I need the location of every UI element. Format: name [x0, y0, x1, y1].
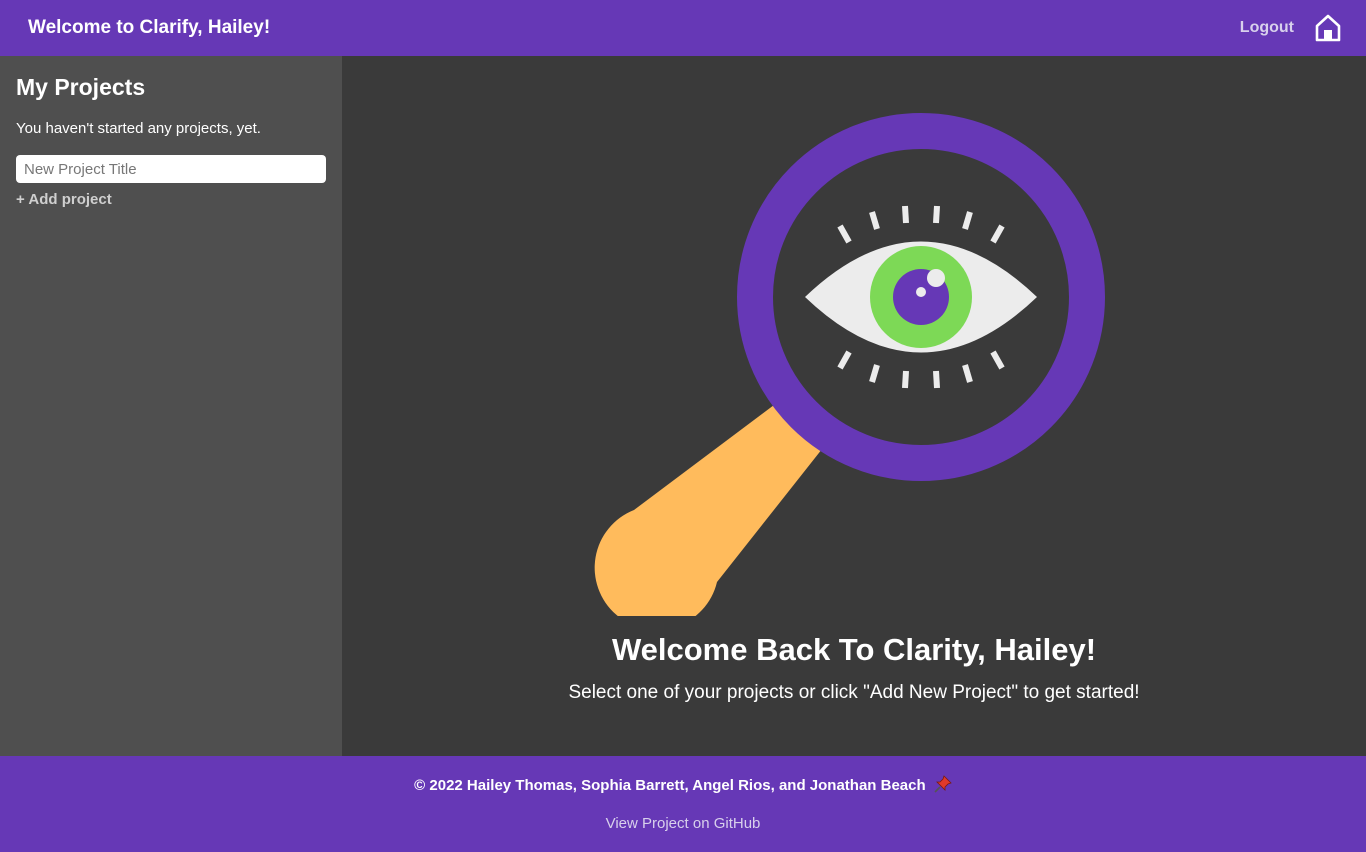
header-actions: Logout — [1240, 13, 1342, 43]
sidebar: My Projects You haven't started any proj… — [0, 56, 342, 756]
new-project-title-input[interactable] — [16, 155, 326, 183]
add-project-button[interactable]: + Add project — [16, 191, 112, 208]
app-title: Welcome to Clarify, Hailey! — [28, 17, 271, 38]
footer: © 2022 Hailey Thomas, Sophia Barrett, An… — [0, 756, 1366, 852]
copyright-text: © 2022 Hailey Thomas, Sophia Barrett, An… — [414, 777, 926, 794]
home-icon[interactable] — [1314, 13, 1342, 43]
sidebar-heading: My Projects — [16, 74, 146, 100]
pushpin-icon — [934, 775, 952, 793]
logout-link[interactable]: Logout — [1240, 19, 1294, 37]
empty-projects-message: You haven't started any projects, yet. — [16, 120, 261, 137]
main-content: Welcome Back To Clarity, Hailey! Select … — [342, 56, 1366, 756]
top-bar: Welcome to Clarify, Hailey! Logout — [0, 0, 1366, 56]
magnifier-eye-icon — [594, 113, 1105, 616]
copyright-line: © 2022 Hailey Thomas, Sophia Barrett, An… — [0, 775, 1366, 794]
welcome-title: Welcome Back To Clarity, Hailey! — [611, 632, 1097, 667]
github-link[interactable]: View Project on GitHub — [0, 815, 1366, 832]
welcome-subtitle: Select one of your projects or click "Ad… — [568, 682, 1140, 703]
